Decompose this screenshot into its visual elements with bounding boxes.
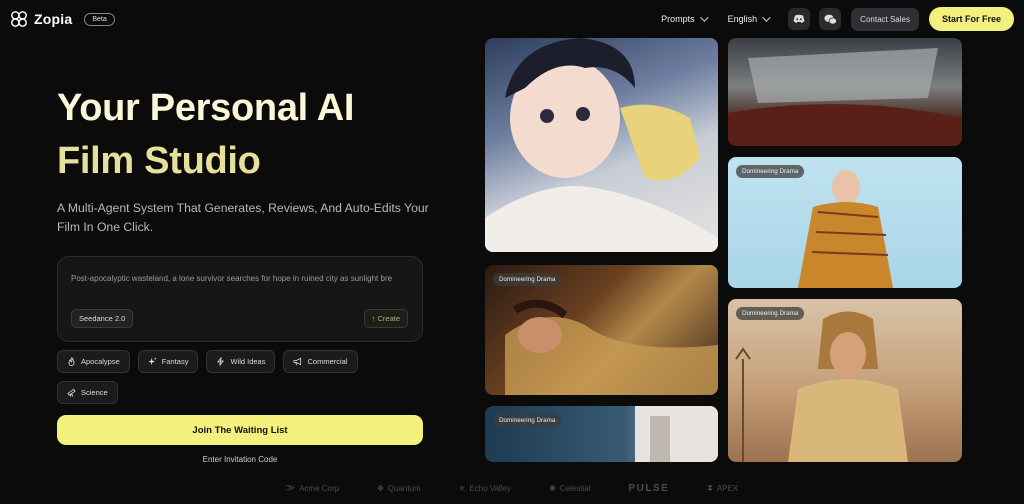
tag-label: Fantasy — [161, 357, 189, 366]
flame-icon — [68, 357, 75, 366]
logo[interactable]: Zopia Beta — [10, 10, 115, 28]
nav-prompts[interactable]: Prompts — [661, 13, 709, 24]
tag-label: Science — [81, 388, 108, 397]
gallery-tile-dancer[interactable]: Domineering Drama — [485, 265, 718, 395]
megaphone-icon — [293, 357, 302, 366]
celestial-icon: ✺ — [549, 483, 556, 493]
contact-sales-button[interactable]: Contact Sales — [851, 7, 919, 31]
gallery-tile-ruins[interactable] — [728, 38, 962, 146]
style-tags: Apocalypse Fantasy Wild Ideas Commercial… — [57, 350, 387, 404]
top-nav: Zopia Beta Prompts English Contact Sales… — [0, 0, 1024, 38]
street-scene-image — [635, 406, 718, 462]
partner-logos: ⨠ Acme Corp ✥ Quantum ✕ Echo Valley ✺ Ce… — [0, 478, 1024, 498]
tag-label: Commercial — [307, 357, 348, 366]
logo-text: Zopia — [34, 11, 73, 27]
brand-name: APEX — [716, 483, 739, 493]
gallery-tile-anime[interactable] — [485, 38, 718, 252]
chevron-down-icon — [762, 13, 771, 22]
golden-dancer-image — [505, 299, 718, 395]
fashion-model-image — [798, 170, 893, 288]
create-button[interactable]: ↑ Create — [363, 309, 408, 328]
sparkle-icon — [148, 357, 157, 366]
hero-title: Your Personal AI Film Studio — [57, 82, 354, 188]
model-selector[interactable]: Seedance 2.0 — [71, 309, 134, 328]
tag-label: Wild Ideas — [230, 357, 266, 366]
wechat-button[interactable] — [819, 8, 842, 30]
arrow-up-icon: ↑ — [371, 314, 376, 323]
brand-name: PULSE — [628, 482, 670, 494]
anime-character-image — [485, 38, 718, 252]
beta-badge: Beta — [84, 12, 115, 26]
gallery-tile-warrior[interactable]: Domineering Drama — [728, 299, 962, 462]
hero-title-line1: Your Personal AI — [57, 87, 355, 129]
brand-name: Celestial — [559, 483, 591, 493]
gallery-tile-fashion[interactable]: Domineering Drama — [728, 157, 962, 288]
brand-name: Quantum — [387, 483, 421, 493]
language-label: English — [727, 14, 758, 24]
quantum-icon: ✥ — [377, 483, 384, 493]
brand-logo: ✕ Echo Valley — [459, 484, 511, 493]
brand-logo: ✺ Celestial — [549, 484, 590, 493]
brand-name: Acme Corp — [299, 483, 340, 493]
acme-icon: ⨠ — [285, 483, 296, 492]
tag-wild-ideas[interactable]: Wild Ideas — [206, 350, 276, 373]
apex-icon: ⧗ — [707, 483, 713, 492]
wechat-icon — [824, 14, 837, 24]
create-label: Create — [377, 314, 400, 323]
language-select[interactable]: English — [727, 13, 771, 24]
prompt-box[interactable]: Post-apocalyptic wasteland, a lone survi… — [57, 256, 423, 342]
start-free-button[interactable]: Start For Free — [928, 7, 1014, 31]
chevron-down-icon — [699, 13, 709, 22]
tag-fantasy[interactable]: Fantasy — [137, 350, 199, 373]
ruined-structure-image — [728, 48, 962, 146]
brand-logo: ⧗ APEX — [707, 483, 738, 493]
brand-name: Echo Valley — [469, 483, 512, 493]
warrior-image — [735, 311, 908, 462]
invitation-code-link[interactable]: Enter Invitation Code — [57, 455, 423, 464]
prompt-input[interactable]: Post-apocalyptic wasteland, a lone survi… — [71, 271, 401, 286]
nav-prompts-label: Prompts — [661, 14, 695, 24]
tag-label: Apocalypse — [81, 357, 120, 366]
tag-apocalypse[interactable]: Apocalypse — [57, 350, 130, 373]
logo-icon — [11, 11, 27, 27]
brand-logo: ⨠ Acme Corp — [286, 483, 339, 493]
bolt-icon — [217, 357, 225, 366]
echo-icon: ✕ — [458, 483, 466, 493]
hero-title-line2: Film Studio — [57, 140, 261, 182]
tag-commercial[interactable]: Commercial — [283, 350, 358, 373]
discord-icon — [793, 14, 805, 23]
join-waiting-list-button[interactable]: Join The Waiting List — [57, 415, 423, 445]
discord-button[interactable] — [788, 8, 811, 30]
brand-logo: ✥ Quantum — [377, 484, 421, 493]
hero-subtitle: A Multi-Agent System That Generates, Rev… — [57, 201, 429, 234]
gallery-tile-street[interactable]: Domineering Drama — [485, 406, 718, 462]
telescope-icon — [67, 388, 76, 397]
tag-science[interactable]: Science — [57, 381, 118, 404]
brand-logo: PULSE — [628, 483, 669, 494]
